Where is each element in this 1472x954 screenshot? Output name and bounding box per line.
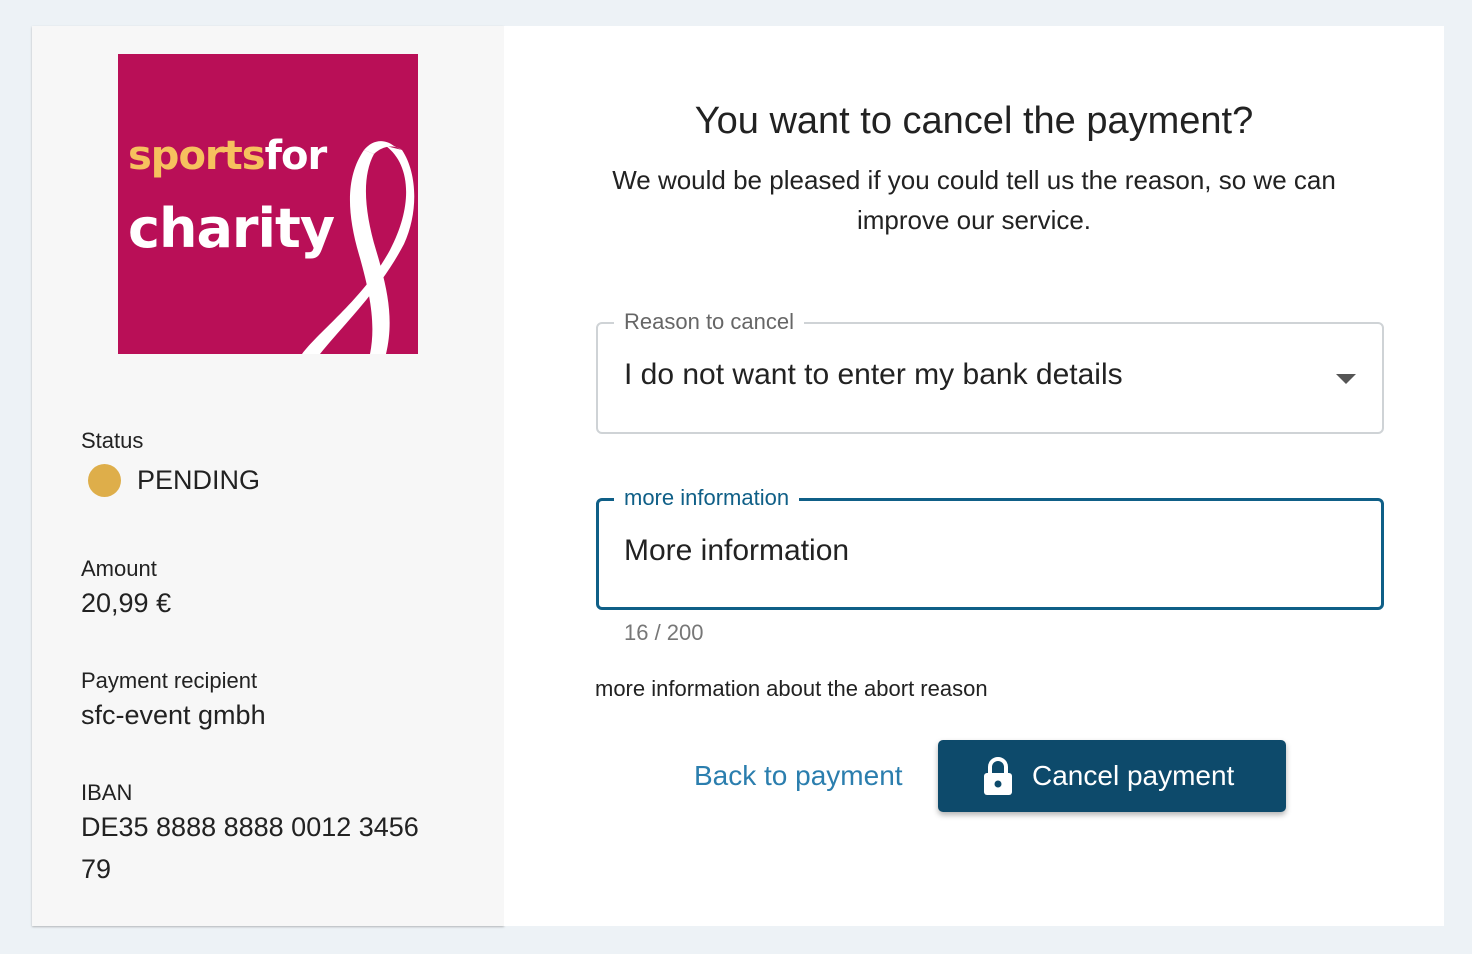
status-row: PENDING [81,464,260,497]
logo-text-sports: sports [128,133,266,179]
status-value: PENDING [137,465,261,495]
amount-value: 20,99 € [81,588,172,618]
recipient-label: Payment recipient [81,668,258,693]
more-information-input[interactable]: more information More information [596,483,1384,610]
logo-text-sportsfor: sportsfor [128,133,328,179]
logo-text-for: for [264,133,328,179]
amount-label: Amount [81,556,157,581]
cancel-form-panel: You want to cancel the payment? We would… [504,26,1444,926]
iban-value: DE35 8888 8888 0012 3456 79 [81,812,419,884]
status-label: Status [81,428,144,453]
page-title: You want to cancel the payment? [694,100,1254,142]
cancel-payment-button[interactable]: Cancel payment [938,740,1286,812]
recipient-value: sfc-event gmbh [81,700,266,730]
character-counter: 16 / 200 [624,620,704,645]
merchant-logo: sportsfor charity [118,54,418,354]
field-hint: more information about the abort reason [595,676,988,701]
reason-select-value: I do not want to enter my bank details [624,358,1123,391]
logo-text-charity: charity [128,197,335,260]
recipient-block: Payment recipient sfc-event gmbh [81,668,266,736]
lock-icon [984,757,1012,795]
back-to-payment-link[interactable]: Back to payment [694,760,903,792]
cancel-payment-label: Cancel payment [1032,760,1235,791]
more-information-value[interactable]: More information [624,534,849,568]
status-block: Status PENDING [81,428,260,497]
reason-select[interactable]: Reason to cancel I do not want to enter … [596,307,1384,434]
iban-block: IBAN DE35 8888 8888 0012 3456 79 [81,780,451,890]
merchant-sidebar: sportsfor charity Status PENDING Amount … [32,26,504,926]
iban-label: IBAN [81,780,133,805]
more-information-label: more information [614,483,800,513]
amount-block: Amount 20,99 € [81,556,171,624]
page-subtitle: We would be pleased if you could tell us… [612,165,1336,235]
chevron-down-icon[interactable] [1336,374,1356,384]
reason-select-label: Reason to cancel [614,307,804,337]
status-dot-icon [88,464,121,497]
